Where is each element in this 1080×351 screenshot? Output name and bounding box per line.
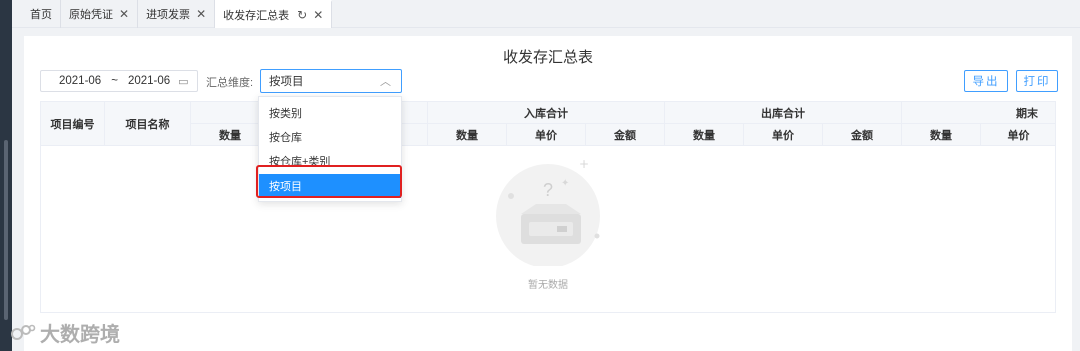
out-qty: 数量 (665, 124, 744, 146)
out-price: 单价 (744, 124, 823, 146)
table-header: 项目编号 项目名称 数量 入库合计 数量 单价 金额 出库合计 数量 单价 金额… (41, 102, 1055, 146)
chevron-up-icon: ︿ (380, 76, 391, 88)
option-by-warehouse[interactable]: 按仓库 (259, 125, 401, 149)
tab-label: 收发存汇总表 (223, 9, 290, 22)
tab-label: 首页 (30, 8, 52, 21)
in-price: 单价 (507, 124, 586, 146)
export-button[interactable]: 导出 (964, 70, 1008, 92)
calendar-icon: ▭ (178, 75, 189, 88)
svg-text:+: + (579, 157, 589, 171)
svg-text:✦: ✦ (561, 178, 569, 189)
tab-home[interactable]: 首页 (22, 0, 61, 28)
dimension-value: 按项目 (269, 76, 304, 88)
tab-label: 原始凭证 (69, 8, 113, 21)
empty-text: 暂无数据 (528, 280, 568, 291)
print-button[interactable]: 打印 (1016, 70, 1058, 92)
tab-bar: 首页 原始凭证 ✕ 进项发票 ✕ 收发存汇总表 ↻ ✕ (12, 0, 1080, 28)
date-range-picker[interactable]: 2021-06 ~ 2021-06 ▭ (40, 70, 198, 92)
col-project-no: 项目编号 (41, 102, 105, 146)
dimension-select[interactable]: 按项目 ︿ (260, 69, 402, 93)
watermark-logo-icon (11, 324, 36, 340)
highlight-box (256, 165, 402, 198)
empty-box-icon: ? + ✦ (496, 157, 600, 266)
end-qty: 数量 (902, 124, 981, 146)
option-by-category[interactable]: 按类别 (259, 101, 401, 125)
out-amount: 金额 (823, 124, 902, 146)
start-date: 2021-06 (59, 75, 102, 87)
tab-input-invoice[interactable]: 进项发票 ✕ (138, 0, 216, 28)
range-separator: ~ (111, 75, 118, 87)
close-icon[interactable]: ✕ (119, 7, 129, 21)
page-title: 收发存汇总表 (502, 49, 593, 66)
group-end: 期末 (902, 102, 1055, 124)
end-date: 2021-06 (127, 75, 171, 87)
watermark: 大数跨境 (10, 318, 120, 347)
tab-original-voucher[interactable]: 原始凭证 ✕ (61, 0, 139, 28)
in-amount: 金额 (586, 124, 665, 146)
close-icon[interactable]: ✕ (196, 7, 206, 21)
summary-table: 项目编号 项目名称 数量 入库合计 数量 单价 金额 出库合计 数量 单价 金额… (40, 101, 1056, 313)
empty-state: ? + ✦ 暂无数据 (41, 146, 1055, 312)
side-edge (0, 0, 12, 351)
close-icon[interactable]: ✕ (313, 8, 323, 22)
end-price: 单价 (981, 124, 1055, 146)
tab-inventory-summary[interactable]: 收发存汇总表 ↻ ✕ (215, 0, 333, 28)
scrollbar[interactable] (4, 140, 8, 320)
watermark-text: 大数跨境 (40, 324, 120, 346)
dimension-label: 汇总维度: (206, 77, 254, 89)
main-panel: 收发存汇总表 2021-06 ~ 2021-06 ▭ 汇总维度: 按项目 ︿ 导… (24, 36, 1072, 351)
col-project-name: 项目名称 (105, 102, 191, 146)
svg-text:?: ? (543, 180, 553, 200)
refresh-icon[interactable]: ↻ (297, 8, 307, 22)
group-out: 出库合计 (665, 102, 902, 124)
group-in: 入库合计 (428, 102, 665, 124)
in-qty: 数量 (428, 124, 507, 146)
tab-label: 进项发票 (146, 8, 191, 21)
